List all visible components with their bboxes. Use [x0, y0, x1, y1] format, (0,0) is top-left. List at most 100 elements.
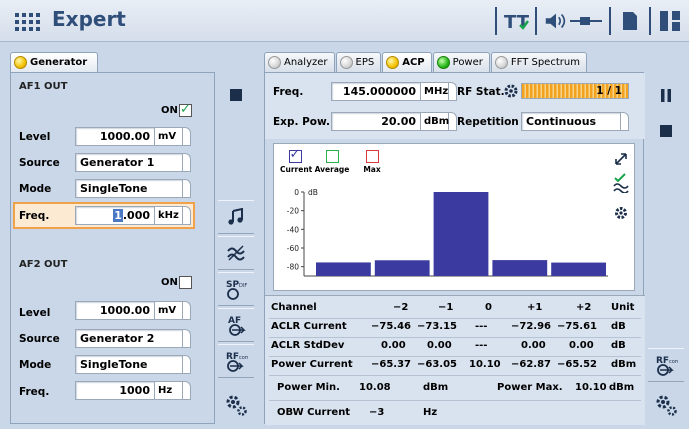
stop-button[interactable]: [648, 114, 684, 148]
rf-stat-gear-icon[interactable]: [503, 83, 519, 99]
cell: dB: [611, 321, 626, 332]
tab-power[interactable]: Power: [432, 52, 490, 72]
divider: [495, 7, 497, 35]
cell: −75.46: [371, 321, 412, 332]
header-cell: +2: [576, 302, 592, 313]
tab-acp[interactable]: ACP: [382, 52, 432, 72]
stop-button[interactable]: [218, 78, 254, 112]
chart-gear-icon[interactable]: [612, 204, 630, 222]
af2-freq-label: Freq.: [19, 386, 50, 398]
approx-wave-icon: [227, 245, 245, 261]
stop-icon: [660, 125, 672, 137]
header-cell: Channel: [271, 302, 317, 313]
header-cell: Unit: [611, 302, 635, 313]
cell: −72.96: [511, 321, 552, 332]
power-min-max-row: Power Min. 10.08 dBm Power Max. 10.10 dB…: [271, 382, 641, 398]
af1-freq-label: Freq.: [19, 210, 50, 222]
af2-mode-select[interactable]: SingleTone: [75, 355, 183, 374]
field-corner: [183, 127, 191, 146]
af2-freq-field[interactable]: 1000: [75, 381, 155, 400]
repetition-label: Repetition: [457, 116, 519, 128]
field-corner: [449, 112, 457, 131]
af1-level-field[interactable]: 1000.00: [75, 127, 155, 146]
bar-−2: [316, 262, 371, 276]
tab-fft-spectrum[interactable]: FFT Spectrum: [490, 52, 587, 72]
rx-freq-field[interactable]: 145.000000: [331, 82, 421, 101]
speech-process-button[interactable]: SP DIF: [218, 272, 254, 306]
exp-pow-field[interactable]: 20.00: [331, 112, 421, 131]
analyzer-settings-button[interactable]: [648, 388, 684, 422]
cell: 10.10: [575, 382, 607, 393]
music-note-button[interactable]: [218, 200, 254, 234]
af1-source-label: Source: [19, 157, 60, 169]
rf-com-button[interactable]: RF com: [648, 348, 684, 382]
af1-freq-field[interactable]: 1.000: [75, 206, 155, 225]
cell: 0.00: [569, 340, 594, 351]
filter-button[interactable]: [218, 236, 254, 270]
af2-source-select[interactable]: Generator 2: [75, 329, 183, 348]
af1-freq-unit: kHz: [155, 206, 183, 225]
generator-tabs: Generator: [10, 52, 99, 72]
af2-on-label: ON: [161, 277, 178, 288]
tab-generator[interactable]: Generator: [10, 52, 98, 72]
tab-analyzer[interactable]: Analyzer: [264, 52, 335, 72]
af-routing-button[interactable]: AF: [218, 308, 254, 342]
af2-title: AF2 OUT: [19, 259, 68, 270]
cell: −63.05: [417, 359, 458, 370]
acp-bar-plot: 0 -20 -40 -60 -80 dB: [287, 188, 608, 277]
tab-eps[interactable]: EPS: [335, 52, 382, 72]
rf-stat-counter: 1 / 1: [596, 85, 622, 97]
apps-menu-icon[interactable]: [12, 10, 40, 31]
svg-text:com: com: [239, 355, 248, 361]
acp-panel: Freq. 145.000000 MHz RF Stat. 1 / 1 Exp.…: [264, 72, 645, 425]
pause-button[interactable]: [648, 78, 684, 112]
status-led-icon: [268, 56, 281, 69]
exp-pow-unit: dBm: [421, 112, 449, 131]
y-tick-label: -60: [287, 244, 299, 253]
status-led-icon: [436, 56, 450, 69]
tab-label: FFT Spectrum: [510, 57, 580, 68]
legend-label: Average: [314, 165, 350, 174]
row-label: Power Current: [271, 359, 353, 370]
ttl-status-icon[interactable]: TT: [503, 8, 529, 34]
speaker-icon[interactable]: [543, 8, 569, 34]
expand-icon[interactable]: [612, 150, 630, 168]
divider: [609, 7, 611, 35]
af1-mode-select[interactable]: SingleTone: [75, 179, 183, 198]
field-corner: [449, 82, 457, 101]
header-cell: −2: [393, 302, 409, 313]
divider: [269, 356, 641, 357]
af2-mode-label: Mode: [19, 359, 52, 371]
connector-icon[interactable]: [569, 8, 603, 34]
af1-title: AF1 OUT: [19, 81, 68, 92]
af1-mode-label: Mode: [19, 183, 52, 195]
layout-split-icon[interactable]: [657, 8, 683, 34]
af2-level-unit: mV: [155, 301, 183, 320]
legend-current[interactable]: ✓ Current: [280, 147, 312, 174]
status-led-icon: [494, 56, 508, 69]
svg-text:DIF: DIF: [239, 283, 247, 289]
cell: −65.37: [371, 359, 412, 370]
acp-chart: ✓ Current Average Max 0 -20 -40 -60 -80 dB: [273, 143, 635, 291]
cell: ---: [475, 340, 488, 351]
rf-com-button[interactable]: RF com: [218, 344, 254, 378]
tab-label: Analyzer: [284, 57, 328, 68]
field-corner: [183, 355, 191, 374]
field-corner: [183, 301, 191, 320]
cell: −73.15: [417, 321, 458, 332]
af1-level-label: Level: [19, 131, 51, 143]
af1-source-select[interactable]: Generator 1: [75, 153, 183, 172]
legend-average[interactable]: Average: [312, 150, 352, 174]
af2-source-label: Source: [19, 333, 60, 345]
trace-check-icon[interactable]: [612, 173, 630, 193]
af2-on-checkbox[interactable]: [179, 276, 192, 289]
legend-max[interactable]: Max: [360, 150, 384, 174]
af1-on-checkbox[interactable]: [179, 102, 192, 117]
generator-settings-button[interactable]: [218, 388, 254, 422]
af2-level-field[interactable]: 1000.00: [75, 301, 155, 320]
file-icon[interactable]: [617, 8, 643, 34]
header-toolbar: TT: [489, 6, 683, 36]
repetition-select[interactable]: Continuous: [521, 112, 621, 131]
gear-icon: [226, 395, 247, 416]
rf-stat-label: RF Stat.: [457, 86, 505, 98]
